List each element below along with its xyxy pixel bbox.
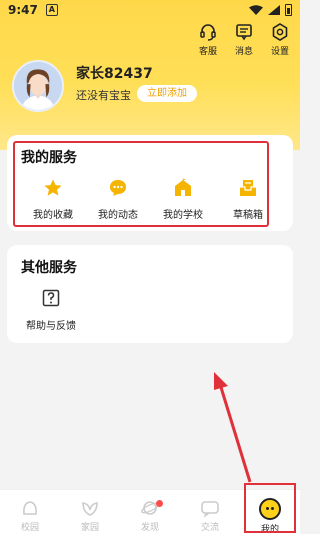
chat-icon bbox=[201, 501, 219, 518]
add-child-button[interactable]: 立即添加 bbox=[137, 85, 197, 102]
other-services-title: 其他服务 bbox=[21, 260, 77, 276]
tab-discover[interactable]: 发现 bbox=[130, 498, 170, 533]
home-leaf-icon bbox=[82, 502, 98, 516]
parent-avatar-icon bbox=[14, 62, 62, 110]
tab-discover-label: 发现 bbox=[140, 523, 159, 533]
tab-home-label: 家园 bbox=[80, 523, 99, 533]
gear-icon bbox=[272, 23, 288, 41]
user-name: 家长82437 bbox=[76, 66, 153, 82]
status-bar: 9:47 A bbox=[0, 0, 300, 20]
tab-campus-label: 校园 bbox=[20, 523, 39, 533]
avatar[interactable] bbox=[12, 60, 64, 112]
messages-button[interactable]: 消息 bbox=[230, 22, 258, 57]
other-services-card: 其他服务 帮助与反馈 bbox=[7, 245, 293, 343]
pointer-arrow bbox=[214, 372, 252, 483]
settings-button[interactable]: 设置 bbox=[266, 22, 294, 57]
tab-campus[interactable]: 校园 bbox=[10, 498, 50, 533]
no-child-text: 还没有宝宝 bbox=[76, 89, 131, 102]
help-icon bbox=[42, 289, 60, 307]
wifi-icon bbox=[249, 5, 263, 15]
settings-label: 设置 bbox=[270, 47, 289, 57]
help-feedback-label: 帮助与反馈 bbox=[26, 321, 76, 332]
messages-label: 消息 bbox=[234, 47, 253, 57]
customer-service-button[interactable]: 客服 bbox=[194, 22, 222, 57]
message-icon bbox=[236, 24, 252, 41]
tab-exchange-label: 交流 bbox=[200, 523, 219, 533]
help-feedback-button[interactable]: 帮助与反馈 bbox=[21, 288, 81, 332]
battery-icon bbox=[285, 4, 292, 16]
customer-service-label: 客服 bbox=[198, 47, 217, 57]
notification-dot bbox=[156, 500, 163, 507]
tab-exchange[interactable]: 交流 bbox=[190, 498, 230, 533]
notification-a-icon: A bbox=[45, 4, 58, 16]
tab-home[interactable]: 家园 bbox=[70, 498, 110, 533]
headset-icon bbox=[200, 24, 216, 41]
tab-mine-highlight-box bbox=[244, 483, 296, 533]
services-highlight-box bbox=[13, 141, 269, 227]
signal-icon bbox=[268, 5, 280, 15]
status-time: 9:47 bbox=[8, 3, 38, 17]
header-actions: 客服 消息 设置 bbox=[194, 22, 294, 57]
campus-icon bbox=[23, 501, 37, 515]
